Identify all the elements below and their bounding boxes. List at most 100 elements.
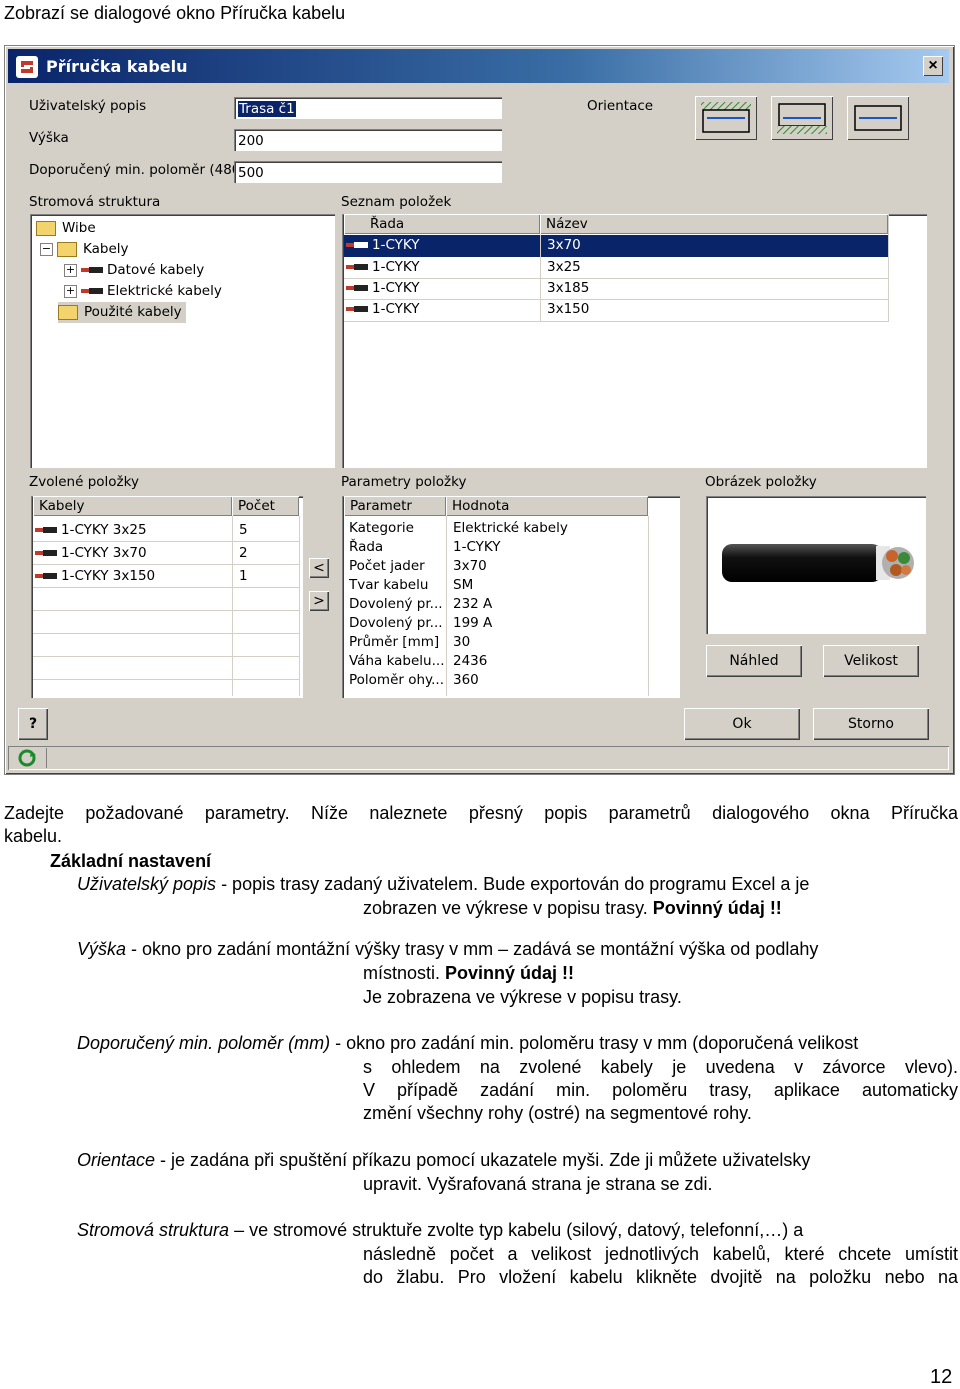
cable-photo <box>722 544 914 582</box>
param-name: Poloměr ohy... <box>349 672 444 688</box>
orientation-none-button[interactable] <box>847 96 909 140</box>
expand-icon[interactable]: + <box>64 263 77 277</box>
para-user-desc-cont: zobrazen ve výkrese v popisu trasy. Povi… <box>363 898 782 918</box>
grid-divider <box>33 679 299 680</box>
grid-divider <box>33 633 299 634</box>
orientation-none-icon <box>854 105 902 131</box>
param-value: SM <box>453 577 474 593</box>
selected-items-list[interactable]: Kabely Počet 1-CYKY 3x25 5 1-CYKY 3x70 2… <box>31 496 303 698</box>
param-value: 3x70 <box>453 558 487 574</box>
cable-icon <box>35 550 57 556</box>
page-number: 12 <box>930 1366 953 1388</box>
arrow-left-icon: < <box>313 560 325 576</box>
list-item[interactable]: 1-CYKY <box>346 278 420 299</box>
grid-divider <box>648 516 649 696</box>
cable-icon <box>35 573 57 579</box>
para-user-desc: Uživatelský popis - popis trasy zadaný u… <box>77 874 810 894</box>
cable-icon <box>81 288 103 294</box>
preview-button[interactable]: Náhled <box>706 645 802 677</box>
column-header-count[interactable]: Počet <box>232 496 299 516</box>
list-item[interactable]: 1-CYKY <box>346 235 420 256</box>
column-header-param[interactable]: Parametr <box>344 496 446 516</box>
orientation-top-button[interactable] <box>695 96 757 140</box>
selected-item[interactable]: 1-CYKY 3x150 <box>35 566 155 587</box>
column-header-name[interactable]: Název <box>540 214 888 234</box>
list-item[interactable]: 1-CYKY <box>346 257 420 278</box>
label-user-desc: Uživatelský popis <box>29 98 147 114</box>
label-tree: Stromová struktura <box>29 194 161 210</box>
grid-divider <box>446 516 447 696</box>
app-icon <box>16 56 38 78</box>
cable-icon <box>346 285 368 291</box>
refresh-icon[interactable] <box>13 749 41 767</box>
param-name: Průměr [mm] <box>349 634 440 650</box>
user-desc-field[interactable]: Trasa č1 <box>234 97 502 119</box>
height-field[interactable]: 200 <box>234 129 502 151</box>
tree-view[interactable]: Wibe − Kabely + Datové kabely + Elektrické … <box>30 214 335 468</box>
para-height-cont-2: Je zobrazena ve výkrese v popisu trasy. <box>363 987 682 1007</box>
column-header-value[interactable]: Hodnota <box>446 496 648 516</box>
tree-item-used-cables[interactable]: Použité kabely <box>58 302 186 323</box>
grid-divider <box>344 278 888 279</box>
status-bar <box>8 746 949 770</box>
para-tree-cont-2: do žlabu. Pro vložení kabelu klikněte dv… <box>363 1267 958 1287</box>
list-item-name: 3x25 <box>547 259 581 275</box>
items-list[interactable]: Řada Název 1-CYKY 3x70 1-CYKY 3x25 1-CYK… <box>342 214 927 468</box>
tree-item-wibe[interactable]: Wibe <box>36 218 96 239</box>
param-value: 232 A <box>453 596 493 612</box>
selected-item[interactable]: 1-CYKY 3x70 <box>35 543 147 564</box>
column-header-cables[interactable]: Kabely <box>33 496 232 516</box>
grid-divider <box>344 321 888 322</box>
list-item-name: 3x150 <box>547 301 590 317</box>
selected-item[interactable]: 1-CYKY 3x25 <box>35 520 147 541</box>
grid-divider <box>299 516 300 696</box>
cable-icon <box>346 306 368 312</box>
param-value: 199 A <box>453 615 493 631</box>
list-item-name: 3x185 <box>547 280 590 296</box>
tree-item-data-cables[interactable]: + Datové kabely <box>64 260 204 281</box>
tree-item-electric-cables[interactable]: + Elektrické kabely <box>64 281 222 302</box>
cable-icon <box>346 264 368 270</box>
remove-item-button[interactable]: < <box>309 558 329 578</box>
title-bar[interactable]: Příručka kabelu × <box>8 49 949 83</box>
param-value: 360 <box>453 672 479 688</box>
grid-divider <box>344 299 888 300</box>
orientation-bottom-icon <box>777 103 827 134</box>
para-orientation-cont: upravit. Vyšrafovaná strana je strana se… <box>363 1174 713 1194</box>
list-item-name: 3x70 <box>547 237 581 253</box>
orientation-bottom-button[interactable] <box>771 96 833 140</box>
param-value: 30 <box>453 634 471 650</box>
param-name: Kategorie <box>349 520 414 536</box>
collapse-icon[interactable]: − <box>40 242 53 256</box>
help-button[interactable]: ? <box>18 708 48 740</box>
ok-button[interactable]: Ok <box>684 708 800 740</box>
label-params: Parametry položky <box>341 474 467 490</box>
cancel-button[interactable]: Storno <box>813 708 929 740</box>
params-list[interactable]: Parametr Hodnota Kategorie Elektrické ka… <box>342 496 680 698</box>
param-value: 1-CYKY <box>453 539 501 555</box>
grid-divider <box>33 541 299 542</box>
label-height: Výška <box>29 130 69 146</box>
list-item[interactable]: 1-CYKY <box>346 299 420 320</box>
label-selected: Zvolené položky <box>29 474 139 490</box>
intro-line-1: Zadejte požadované parametry. Níže nalez… <box>4 803 958 823</box>
size-button[interactable]: Velikost <box>823 645 919 677</box>
help-icon: ? <box>28 716 38 732</box>
para-min-radius-cont-2: V případě zadání min. poloměru trasy, ap… <box>363 1080 958 1100</box>
grid-divider <box>33 587 299 588</box>
close-button[interactable]: × <box>923 56 943 76</box>
param-value: Elektrické kabely <box>453 520 568 536</box>
para-tree-cont: následně počet a velikost jednotlivých k… <box>363 1244 958 1264</box>
tree-item-kabely[interactable]: − Kabely <box>40 239 129 260</box>
label-orientation: Orientace <box>587 98 654 114</box>
add-item-button[interactable]: > <box>309 591 329 611</box>
label-min-radius: Doporučený min. poloměr (480) <box>29 162 246 178</box>
para-min-radius-cont-3: změní všechny rohy (ostré) na segmentové… <box>363 1103 752 1123</box>
column-header-series[interactable]: Řada <box>344 214 540 234</box>
param-value: 2436 <box>453 653 488 669</box>
min-radius-field[interactable]: 500 <box>234 161 502 183</box>
close-icon: × <box>928 57 938 74</box>
cable-icon <box>35 527 57 533</box>
expand-icon[interactable]: + <box>64 284 77 298</box>
grid-divider <box>888 214 889 322</box>
